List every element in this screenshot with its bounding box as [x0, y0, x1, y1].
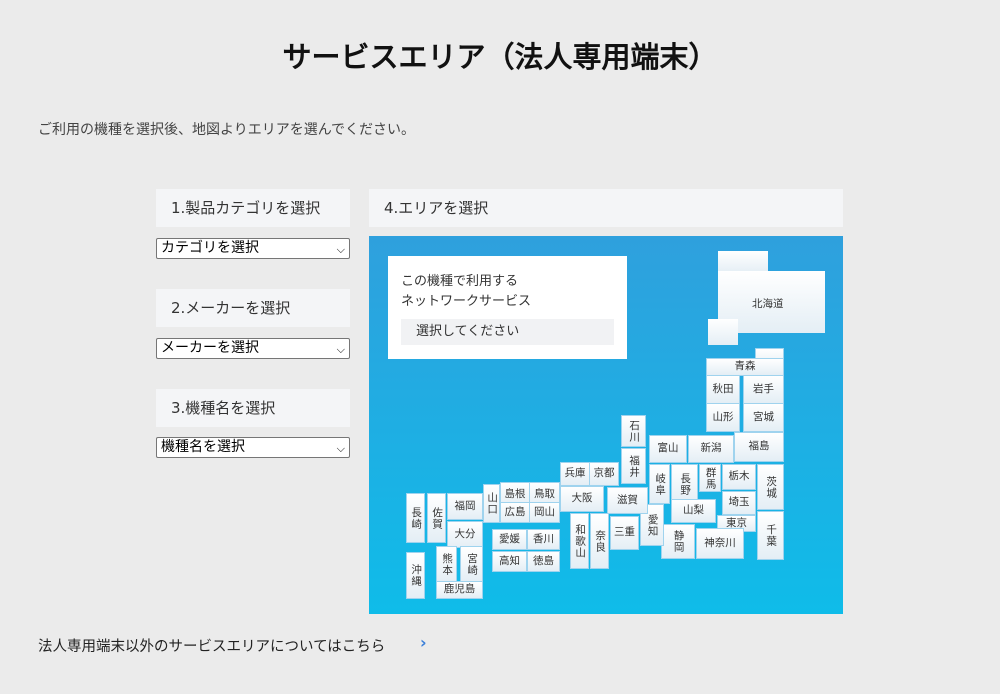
pref-kanagawa[interactable]: 神奈川	[696, 528, 744, 559]
japan-area-map: この機種で利用する ネットワークサービス 選択してください 北海道 青森 秋田 …	[369, 236, 843, 614]
pref-mie[interactable]: 三重	[610, 516, 639, 550]
pref-yamagata[interactable]: 山形	[706, 403, 740, 432]
service-box-line2: ネットワークサービス	[401, 294, 532, 309]
pref-oita[interactable]: 大分	[447, 521, 483, 548]
pref-shiga[interactable]: 滋賀	[607, 487, 648, 514]
category-select[interactable]: カテゴリを選択 ⌵	[156, 238, 350, 259]
chevron-down-icon: ⌵	[336, 243, 345, 256]
pref-okayama[interactable]: 岡山	[529, 502, 560, 523]
pref-kagawa[interactable]: 香川	[527, 529, 560, 550]
pref-tochigi[interactable]: 栃木	[722, 464, 756, 490]
pref-hiroshima[interactable]: 広島	[500, 502, 530, 523]
pref-gifu[interactable]: 岐阜	[649, 464, 670, 504]
pref-gunma[interactable]: 群馬	[699, 464, 721, 492]
pref-nara[interactable]: 奈良	[590, 513, 609, 569]
pref-kyoto[interactable]: 京都	[589, 462, 619, 486]
other-service-area-link[interactable]: 法人専用端末以外のサービスエリアについてはこちら	[38, 635, 385, 656]
pref-okinawa[interactable]: 沖縄	[406, 552, 425, 599]
pref-chiba[interactable]: 千葉	[757, 511, 784, 560]
pref-niigata[interactable]: 新潟	[688, 435, 734, 463]
chevron-down-icon: ⌵	[336, 343, 345, 356]
maker-select-value: メーカーを選択	[161, 340, 259, 356]
pref-hyogo[interactable]: 兵庫	[560, 462, 590, 486]
maker-select[interactable]: メーカーを選択 ⌵	[156, 338, 350, 359]
pref-miyagi[interactable]: 宮城	[743, 403, 784, 432]
pref-wakayama[interactable]: 和歌山	[570, 513, 589, 569]
pref-hokkaido[interactable]: 北海道	[708, 251, 825, 347]
pref-nagasaki[interactable]: 長崎	[406, 493, 425, 543]
network-service-select[interactable]: 選択してください	[401, 319, 614, 345]
pref-ibaraki[interactable]: 茨城	[757, 464, 784, 510]
pref-akita[interactable]: 秋田	[706, 375, 740, 404]
pref-yamanashi[interactable]: 山梨	[671, 499, 716, 523]
step-maker-heading: 2.メーカーを選択	[156, 289, 350, 327]
pref-kochi[interactable]: 高知	[492, 551, 527, 572]
step-model-heading: 3.機種名を選択	[156, 389, 350, 427]
category-select-value: カテゴリを選択	[161, 240, 259, 256]
model-select-value: 機種名を選択	[161, 439, 245, 455]
model-select[interactable]: 機種名を選択 ⌵	[156, 437, 350, 458]
pref-saga[interactable]: 佐賀	[427, 493, 446, 543]
pref-yamaguchi[interactable]: 山口	[483, 484, 500, 523]
step-category-heading: 1.製品カテゴリを選択	[156, 189, 350, 227]
pref-kumamoto[interactable]: 熊本	[436, 546, 457, 582]
pref-ehime[interactable]: 愛媛	[492, 529, 527, 550]
chevron-down-icon: ⌵	[336, 442, 345, 455]
step-area-heading: 4.エリアを選択	[369, 189, 843, 227]
pref-fukuoka[interactable]: 福岡	[447, 493, 483, 520]
pref-toyama[interactable]: 富山	[649, 435, 687, 463]
pref-shizuoka[interactable]: 静岡	[661, 524, 695, 559]
pref-saitama[interactable]: 埼玉	[722, 491, 756, 515]
pref-aomori[interactable]: 青森	[706, 358, 784, 376]
pref-osaka[interactable]: 大阪	[560, 486, 604, 512]
page-description: ご利用の機種を選択後、地図よりエリアを選んでください。	[38, 122, 416, 138]
page-title: サービスエリア（法人専用端末）	[282, 40, 718, 74]
pref-nagano[interactable]: 長野	[671, 464, 698, 504]
pref-fukushima[interactable]: 福島	[734, 432, 784, 462]
pref-hokkaido-label: 北海道	[752, 298, 784, 310]
pref-fukui[interactable]: 福井	[621, 448, 646, 484]
pref-ishikawa[interactable]: 石川	[621, 415, 646, 447]
chevron-right-icon[interactable]: ›	[420, 633, 427, 652]
pref-iwate[interactable]: 岩手	[743, 375, 784, 404]
pref-miyazaki[interactable]: 宮崎	[460, 546, 483, 582]
pref-tokushima[interactable]: 徳島	[527, 551, 560, 572]
pref-kagoshima[interactable]: 鹿児島	[436, 581, 483, 599]
service-box-line1: この機種で利用する	[401, 274, 519, 289]
network-service-box: この機種で利用する ネットワークサービス 選択してください	[388, 256, 627, 359]
